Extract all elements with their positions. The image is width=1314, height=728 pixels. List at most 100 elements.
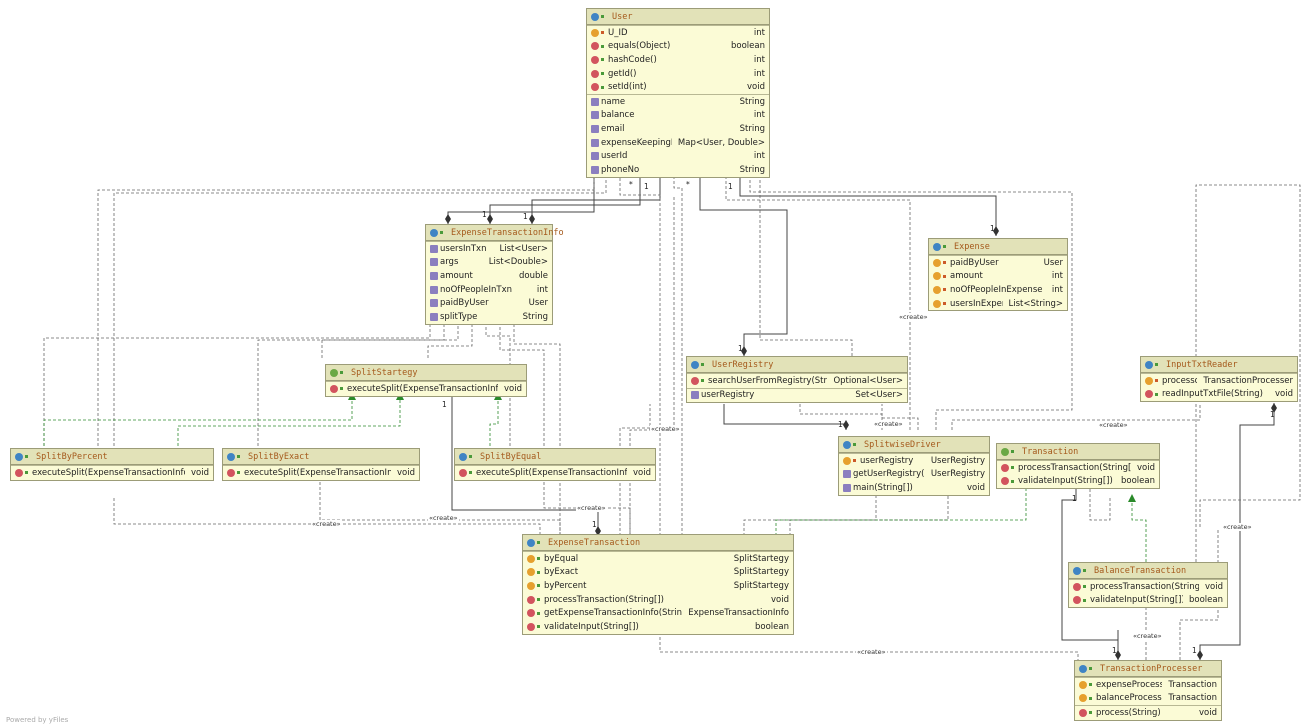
field-row[interactable]: paidByUser User — [426, 296, 552, 310]
field-row[interactable]: noOfPeopleInExpense int — [929, 283, 1067, 297]
method-icon — [227, 468, 235, 477]
method-row[interactable]: processTransaction(String[]) void — [997, 461, 1159, 475]
field-row[interactable]: amount int — [929, 270, 1067, 284]
member-type: SplitStartegy — [733, 567, 789, 578]
member-name: validateInput(String[]) — [544, 621, 639, 632]
class-member-section: executeSplit(ExpenseTransactionInfo) void — [326, 381, 526, 396]
aggregation-diamond — [1197, 650, 1203, 660]
field-row[interactable]: expenseProcessor Transaction — [1075, 678, 1221, 692]
field-row[interactable]: balance int — [587, 109, 769, 123]
class-input-txt-reader[interactable]: InputTxtReader processor TransactionProces… — [1140, 356, 1298, 403]
method-row[interactable]: equals(Object) boolean — [587, 40, 769, 54]
class-user-registry[interactable]: UserRegistry searchUserFromRegistry(Strin… — [686, 356, 908, 404]
field-row[interactable]: balanceProcessor Transaction — [1075, 692, 1221, 706]
member-name: processTransaction(String[]) — [1090, 581, 1199, 592]
method-row[interactable]: getExpenseTransactionInfo(String[]) Expen… — [523, 606, 793, 620]
public-visibility-icon — [1089, 667, 1092, 670]
field-row[interactable]: args List<Double> — [426, 256, 552, 270]
create-label: «create» — [311, 520, 342, 528]
class-split-by-equal[interactable]: SplitByEqual executeSplit(ExpenseTransact… — [454, 448, 656, 481]
method-row[interactable]: readInputTxtFile(String) void — [1141, 388, 1297, 402]
method-row[interactable]: executeSplit(ExpenseTransactionInfo) void — [223, 466, 419, 480]
field-row[interactable]: phoneNo String — [587, 163, 769, 177]
interface-icon — [330, 368, 338, 377]
field-row[interactable]: amount double — [426, 269, 552, 283]
field-row[interactable]: noOfPeopleInTxn int — [426, 283, 552, 297]
field-row[interactable]: main(String[]) void — [839, 481, 989, 495]
method-icon — [591, 42, 599, 51]
field-icon — [843, 456, 851, 465]
class-name: SplitwiseDriver — [864, 439, 941, 450]
member-type: Optional<User> — [833, 375, 903, 386]
field-row[interactable]: processor TransactionProcesser — [1141, 374, 1297, 388]
method-icon — [1001, 477, 1009, 486]
method-row[interactable]: validateInput(String[]) boolean — [1069, 594, 1227, 608]
method-row[interactable]: getId() int — [587, 67, 769, 81]
member-type: void — [967, 482, 985, 493]
class-name: UserRegistry — [712, 359, 774, 370]
class-name: SplitStartegy — [351, 367, 418, 378]
interface-transaction[interactable]: Transaction processTransaction(String[]) v… — [996, 443, 1160, 490]
field-row[interactable]: userId int — [587, 149, 769, 163]
field-row[interactable]: paidByUser User — [929, 256, 1067, 270]
field-row[interactable]: byExact SplitStartegy — [523, 566, 793, 580]
class-header: Transaction — [997, 444, 1159, 460]
field-row[interactable]: userRegistry UserRegistry — [839, 454, 989, 468]
class-balance-transaction[interactable]: BalanceTransaction processTransaction(Str… — [1068, 562, 1228, 609]
field-row[interactable]: userRegistry Set<User> — [687, 389, 907, 403]
class-expense-transaction-info[interactable]: ExpenseTransactionInfo usersInTxn List<Use… — [425, 224, 564, 325]
field-row[interactable]: expenseKeepingBook Map<User, Double> — [587, 136, 769, 150]
method-row[interactable]: executeSplit(ExpenseTransactionInfo) void — [11, 466, 213, 480]
class-header: TransactionProcesser — [1075, 661, 1221, 677]
member-type: void — [397, 467, 415, 478]
public-visibility-icon — [1083, 585, 1086, 589]
class-header: BalanceTransaction — [1069, 563, 1227, 579]
method-row[interactable]: processTransaction(String[]) void — [523, 593, 793, 607]
field-row[interactable]: U_ID int — [587, 26, 769, 40]
member-type: SplitStartegy — [733, 580, 789, 591]
field-row[interactable]: getUserRegistry() UserRegistry — [839, 468, 989, 482]
class-transaction-processer[interactable]: TransactionProcesser expenseProcessor Tran… — [1074, 660, 1222, 721]
class-expense-transaction[interactable]: ExpenseTransaction byEqual SplitStartegy by… — [522, 534, 794, 635]
public-visibility-icon — [469, 471, 472, 475]
member-type: UserRegistry — [930, 469, 985, 480]
field-icon — [933, 258, 941, 267]
property-icon — [430, 312, 438, 321]
class-icon — [430, 228, 438, 237]
member-name: name — [601, 96, 626, 107]
method-row[interactable]: setId(int) void — [587, 80, 769, 94]
method-row[interactable]: executeSplit(ExpenseTransactionInfo) void — [455, 466, 655, 480]
method-row[interactable]: hashCode() int — [587, 53, 769, 67]
public-visibility-icon — [25, 455, 28, 458]
field-row[interactable]: email String — [587, 122, 769, 136]
method-row[interactable]: searchUserFromRegistry(String) Optional<U… — [687, 374, 907, 388]
member-type: boolean — [1189, 595, 1223, 606]
method-row[interactable]: processTransaction(String[]) void — [1069, 580, 1227, 594]
method-row[interactable]: process(String) void — [1075, 706, 1221, 720]
method-icon — [591, 83, 599, 92]
field-row[interactable]: usersInTxn List<User> — [426, 242, 552, 256]
field-row[interactable]: name String — [587, 95, 769, 109]
interface-split-strategy[interactable]: SplitStartegy executeSplit(ExpenseTransac… — [325, 364, 527, 397]
method-row[interactable]: executeSplit(ExpenseTransactionInfo) void — [326, 382, 526, 396]
class-name: SplitByExact — [248, 451, 310, 462]
class-split-by-percent[interactable]: SplitByPercent executeSplit(ExpenseTransa… — [10, 448, 214, 481]
member-type: ExpenseTransactionInfo — [688, 608, 789, 619]
field-row[interactable]: byEqual SplitStartegy — [523, 552, 793, 566]
class-name: TransactionProcesser — [1100, 663, 1203, 674]
public-visibility-icon — [537, 570, 540, 574]
field-row[interactable]: byPercent SplitStartegy — [523, 579, 793, 593]
class-splitwise-driver[interactable]: SplitwiseDriver userRegistry UserRegistry g… — [838, 436, 990, 496]
field-icon — [933, 272, 941, 281]
property-icon — [843, 483, 851, 492]
class-user[interactable]: User U_ID int equals(Object) boolean hashCode… — [586, 8, 770, 178]
multiplicity-label: 1 — [738, 344, 743, 353]
method-row[interactable]: validateInput(String[]) boolean — [523, 620, 793, 634]
field-row[interactable]: splitType String — [426, 310, 552, 324]
method-row[interactable]: validateInput(String[]) boolean — [997, 475, 1159, 489]
member-name: readInputTxtFile(String) — [1162, 389, 1263, 400]
field-row[interactable]: usersInExpense List<String> — [929, 297, 1067, 311]
member-name: amount — [440, 270, 473, 281]
class-split-by-exact[interactable]: SplitByExact executeSplit(ExpenseTransact… — [222, 448, 420, 481]
class-expense[interactable]: Expense paidByUser User amount int noOfPeople… — [928, 238, 1068, 312]
